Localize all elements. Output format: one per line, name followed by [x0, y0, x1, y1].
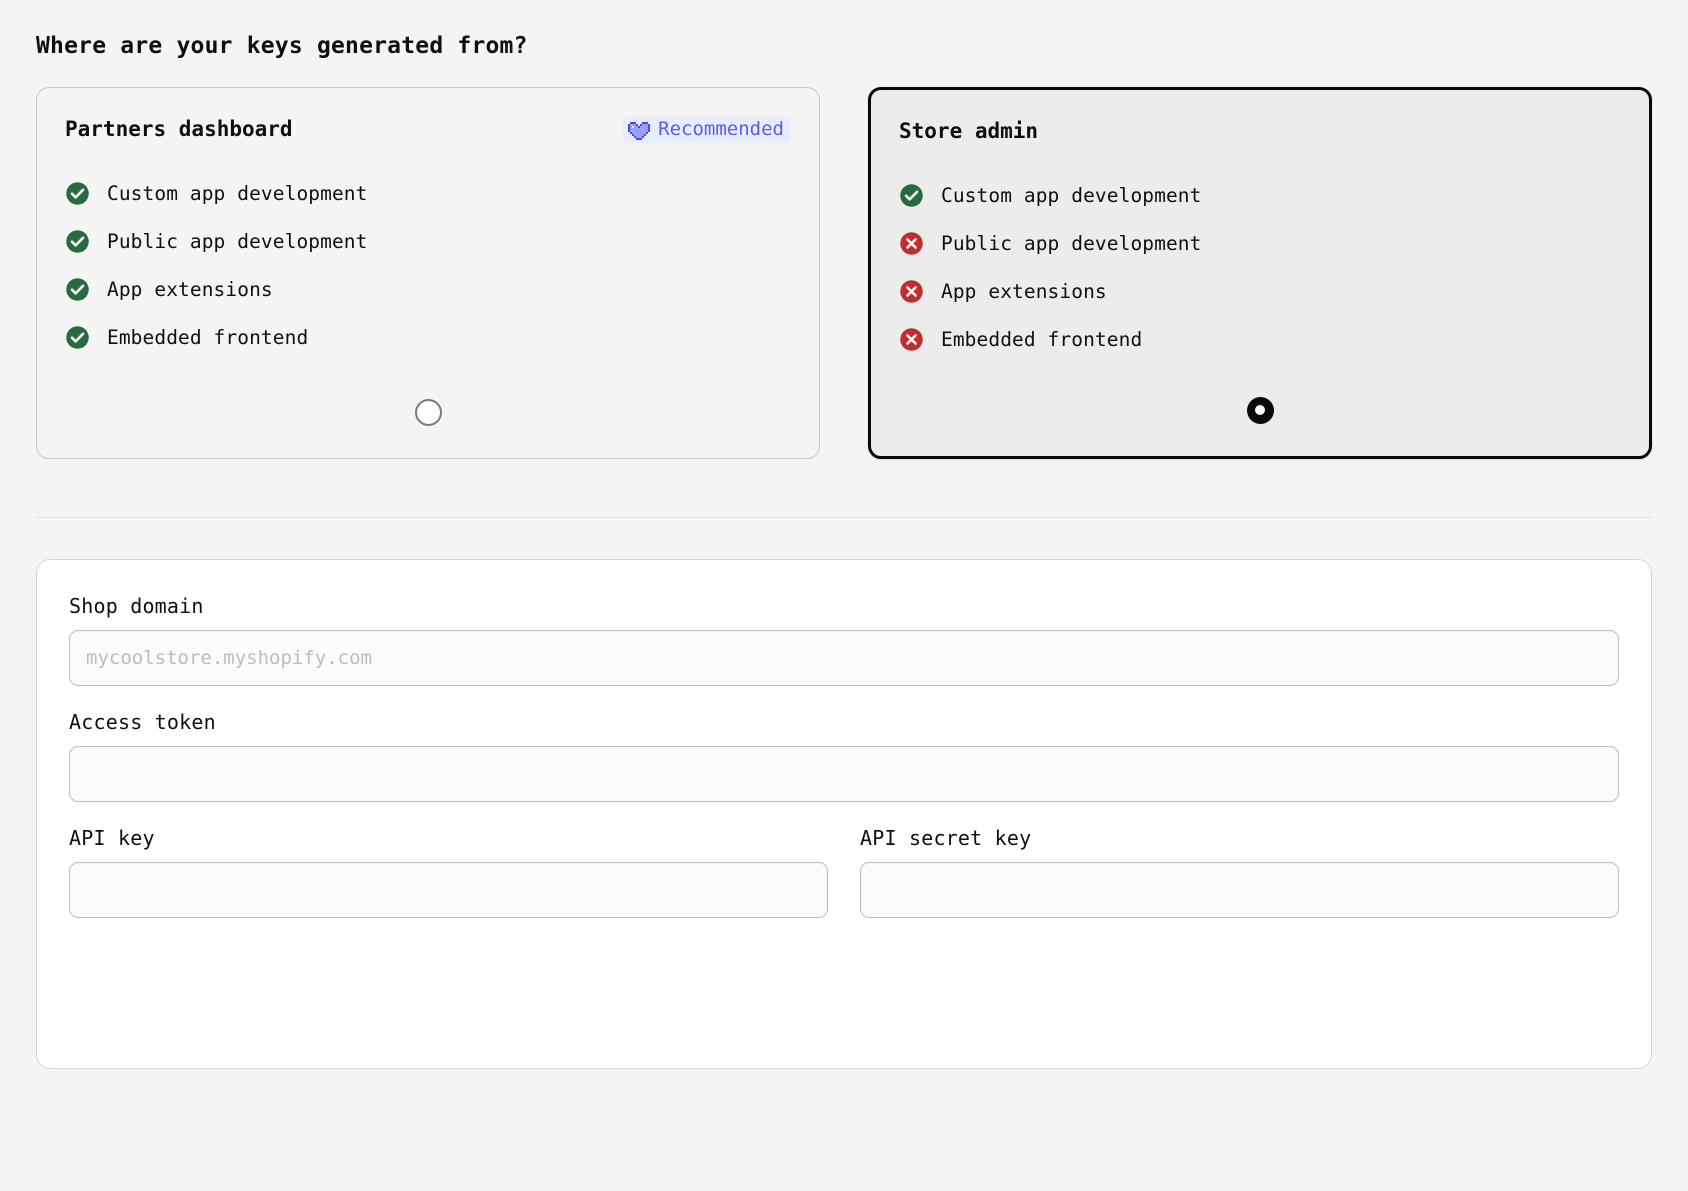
- feature-label: Public app development: [107, 229, 368, 253]
- field-access-token: Access token: [69, 712, 1619, 802]
- option-card-title: Partners dashboard: [65, 117, 293, 142]
- option-card-partners-dashboard[interactable]: Partners dashboard Recommended Custom ap…: [36, 86, 820, 459]
- api-key-label: API key: [69, 825, 155, 850]
- radio-wrapper: [37, 398, 819, 426]
- x-circle-icon: [899, 231, 924, 256]
- feature-list: Custom app development Public app develo…: [899, 172, 1621, 364]
- feature-item: App extensions: [899, 268, 1621, 316]
- access-token-input[interactable]: [69, 745, 1619, 802]
- feature-label: Embedded frontend: [107, 325, 309, 349]
- card-header: Partners dashboard Recommended: [65, 114, 791, 146]
- feature-label: Custom app development: [107, 181, 368, 205]
- option-card-store-admin[interactable]: Store admin Custom app development Publi…: [868, 86, 1652, 459]
- feature-item: Custom app development: [899, 172, 1621, 220]
- shop-domain-input[interactable]: [69, 629, 1619, 686]
- field-api-secret-key: API secret key: [860, 828, 1619, 918]
- check-circle-icon: [65, 229, 90, 254]
- credentials-form-card: Shop domain Access token API key API sec…: [36, 558, 1652, 1069]
- field-api-key: API key: [69, 828, 828, 918]
- x-circle-icon: [899, 327, 924, 352]
- feature-list: Custom app development Public app develo…: [65, 170, 791, 362]
- recommended-badge: Recommended: [623, 116, 791, 143]
- purple-heart-icon: [628, 120, 651, 140]
- option-card-title: Store admin: [899, 119, 1039, 144]
- check-circle-icon: [65, 277, 90, 302]
- check-circle-icon: [899, 183, 924, 208]
- access-token-label: Access token: [69, 709, 216, 734]
- check-circle-icon: [65, 325, 90, 350]
- feature-item: App extensions: [65, 266, 791, 314]
- section-divider: [36, 516, 1652, 518]
- check-circle-icon: [65, 181, 90, 206]
- option-cards-row: Partners dashboard Recommended Custom ap…: [36, 86, 1652, 459]
- radio-wrapper: [871, 396, 1649, 424]
- x-circle-icon: [899, 279, 924, 304]
- field-shop-domain: Shop domain: [69, 596, 1619, 686]
- feature-item: Embedded frontend: [899, 316, 1621, 364]
- feature-item: Embedded frontend: [65, 314, 791, 362]
- feature-label: App extensions: [107, 277, 273, 301]
- feature-item: Public app development: [899, 220, 1621, 268]
- feature-item: Custom app development: [65, 170, 791, 218]
- shop-domain-label: Shop domain: [69, 593, 204, 618]
- radio-partners-dashboard[interactable]: [414, 398, 442, 426]
- card-header: Store admin: [899, 116, 1621, 148]
- feature-item: Public app development: [65, 218, 791, 266]
- recommended-badge-label: Recommended: [658, 118, 784, 141]
- api-secret-key-input[interactable]: [860, 861, 1619, 918]
- option-selection-page: Where are your keys generated from? Part…: [0, 33, 1688, 1191]
- feature-label: Embedded frontend: [941, 327, 1143, 351]
- feature-label: App extensions: [941, 279, 1107, 303]
- feature-label: Custom app development: [941, 183, 1202, 207]
- radio-store-admin[interactable]: [1246, 396, 1274, 424]
- api-keys-row: API key API secret key: [69, 828, 1619, 918]
- page-title: Where are your keys generated from?: [36, 33, 528, 59]
- api-key-input[interactable]: [69, 861, 828, 918]
- feature-label: Public app development: [941, 231, 1202, 255]
- api-secret-key-label: API secret key: [860, 825, 1032, 850]
